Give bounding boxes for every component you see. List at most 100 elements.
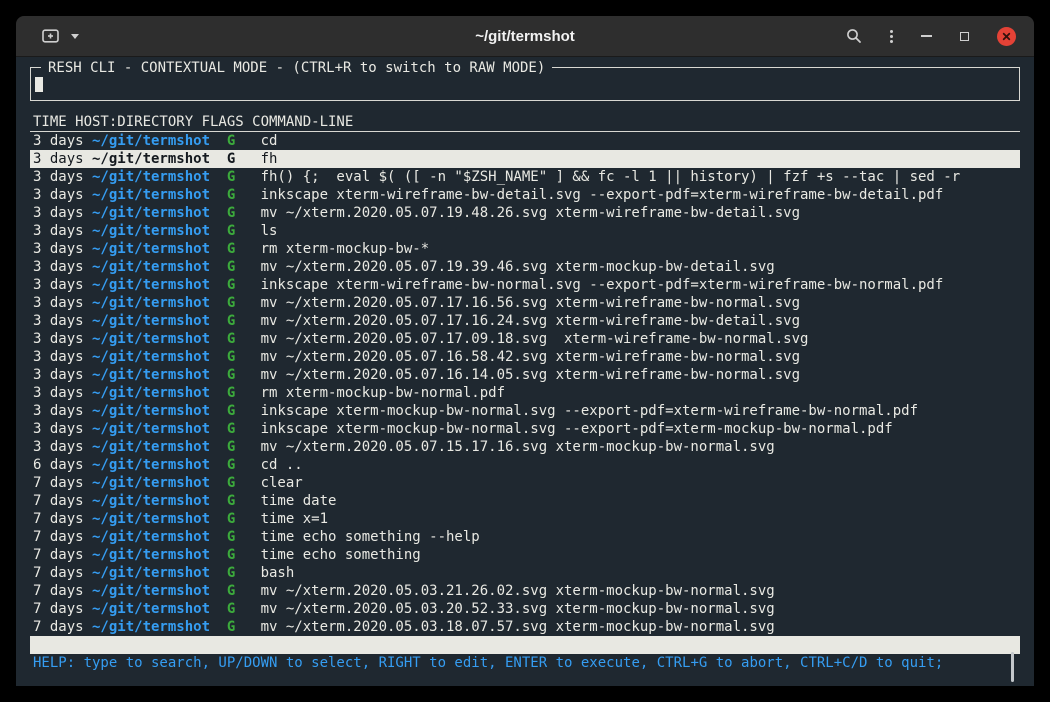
- history-flags: G: [227, 240, 261, 258]
- history-host-dir: ~/git/termshot: [92, 546, 227, 564]
- tab-menu-button[interactable]: [59, 34, 79, 39]
- history-row[interactable]: 3 days~/git/termshotGinkscape xterm-mock…: [30, 420, 1020, 438]
- history-row[interactable]: 7 days~/git/termshotGtime echo something: [30, 546, 1020, 564]
- window-titlebar[interactable]: ~/git/termshot: [16, 16, 1034, 57]
- history-row[interactable]: 3 days~/git/termshotGmv ~/xterm.2020.05.…: [30, 366, 1020, 384]
- history-command: mv ~/xterm.2020.05.07.19.48.26.svg xterm…: [261, 205, 800, 221]
- history-host-dir: ~/git/termshot: [92, 330, 227, 348]
- history-host-dir: ~/git/termshot: [92, 222, 227, 240]
- history-time: 7 days: [33, 492, 92, 510]
- minimize-button[interactable]: [921, 35, 932, 37]
- history-time: 7 days: [33, 618, 92, 636]
- history-row[interactable]: 3 days~/git/termshotGcd: [30, 132, 1020, 150]
- history-row[interactable]: 3 days~/git/termshotGrm xterm-mockup-bw-…: [30, 384, 1020, 402]
- history-row[interactable]: 3 days~/git/termshotGls: [30, 222, 1020, 240]
- history-row[interactable]: 3 days~/git/termshotGmv ~/xterm.2020.05.…: [30, 204, 1020, 222]
- history-time: 3 days: [33, 258, 92, 276]
- history-host-dir: ~/git/termshot: [92, 384, 227, 402]
- history-host-dir: ~/git/termshot: [92, 492, 227, 510]
- history-row[interactable]: 3 days~/git/termshotGmv ~/xterm.2020.05.…: [30, 312, 1020, 330]
- history-time: 3 days: [33, 276, 92, 294]
- history-flags: G: [227, 528, 261, 546]
- history-command: time x=1: [261, 511, 328, 527]
- close-button[interactable]: [997, 27, 1016, 46]
- history-time: 7 days: [33, 474, 92, 492]
- history-flags: G: [227, 366, 261, 384]
- history-row[interactable]: 6 days~/git/termshotGcd ..: [30, 456, 1020, 474]
- history-row[interactable]: 3 days~/git/termshotGmv ~/xterm.2020.05.…: [30, 438, 1020, 456]
- history-host-dir: ~/git/termshot: [92, 438, 227, 456]
- history-flags: G: [227, 384, 261, 402]
- history-time: 3 days: [33, 330, 92, 348]
- history-row[interactable]: 3 days~/git/termshotGinkscape xterm-wire…: [30, 276, 1020, 294]
- history-row[interactable]: 3 days~/git/termshotGinkscape xterm-wire…: [30, 186, 1020, 204]
- history-command: cd ..: [261, 457, 303, 473]
- history-list: 3 days~/git/termshotGcd3 days~/git/terms…: [30, 132, 1020, 636]
- history-flags: G: [227, 456, 261, 474]
- history-row[interactable]: 7 days~/git/termshotGtime x=1: [30, 510, 1020, 528]
- history-host-dir: ~/git/termshot: [92, 258, 227, 276]
- history-command: mv ~/xterm.2020.05.07.17.16.56.svg xterm…: [261, 295, 800, 311]
- close-icon: [1001, 31, 1012, 42]
- history-host-dir: ~/git/termshot: [92, 510, 227, 528]
- text-cursor: [35, 77, 43, 92]
- history-command: fh() {; eval $( ([ -n "$ZSH_NAME" ] && f…: [261, 169, 961, 185]
- history-row[interactable]: 7 days~/git/termshotGtime date: [30, 492, 1020, 510]
- history-row[interactable]: 7 days~/git/termshotGbash: [30, 564, 1020, 582]
- history-host-dir: ~/git/termshot: [92, 420, 227, 438]
- history-command: rm xterm-mockup-bw-normal.pdf: [261, 385, 505, 401]
- history-row[interactable]: 7 days~/git/termshotGmv ~/xterm.2020.05.…: [30, 600, 1020, 618]
- history-flags: G: [227, 204, 261, 222]
- history-time: 3 days: [33, 366, 92, 384]
- history-row[interactable]: 3 days~/git/termshotGfh() {; eval $( ([ …: [30, 168, 1020, 186]
- history-flags: G: [227, 546, 261, 564]
- history-time: 3 days: [33, 240, 92, 258]
- history-host-dir: ~/git/termshot: [92, 618, 227, 636]
- resh-mode-label: RESH CLI - CONTEXTUAL MODE - (CTRL+R to …: [41, 59, 552, 77]
- history-header: TIME HOST:DIRECTORY FLAGS COMMAND-LINE: [30, 113, 1020, 132]
- history-command: time echo something --help: [261, 529, 480, 545]
- history-flags: G: [227, 294, 261, 312]
- history-row[interactable]: 7 days~/git/termshotGmv ~/xterm.2020.05.…: [30, 582, 1020, 600]
- history-flags: G: [227, 402, 261, 420]
- history-time: 7 days: [33, 528, 92, 546]
- history-host-dir: ~/git/termshot: [92, 528, 227, 546]
- history-flags: G: [227, 168, 261, 186]
- history-host-dir: ~/git/termshot: [92, 348, 227, 366]
- history-host-dir: ~/git/termshot: [92, 168, 227, 186]
- history-row[interactable]: 3 days~/git/termshotGmv ~/xterm.2020.05.…: [30, 258, 1020, 276]
- history-row[interactable]: 3 days~/git/termshotGrm xterm-mockup-bw-…: [30, 240, 1020, 258]
- history-time: 3 days: [33, 312, 92, 330]
- new-tab-button[interactable]: [42, 29, 59, 43]
- history-flags: G: [227, 582, 261, 600]
- history-flags: G: [227, 330, 261, 348]
- terminal-content[interactable]: RESH CLI - CONTEXTUAL MODE - (CTRL+R to …: [16, 57, 1034, 686]
- history-command: mv ~/xterm.2020.05.07.16.14.05.svg xterm…: [261, 367, 800, 383]
- history-row[interactable]: 3 days~/git/termshotGinkscape xterm-mock…: [30, 402, 1020, 420]
- history-row[interactable]: 7 days~/git/termshotGclear: [30, 474, 1020, 492]
- history-row[interactable]: 3 days~/git/termshotGfh: [30, 150, 1020, 168]
- minimize-icon: [921, 35, 932, 37]
- history-time: 7 days: [33, 564, 92, 582]
- history-row[interactable]: 3 days~/git/termshotGmv ~/xterm.2020.05.…: [30, 330, 1020, 348]
- scrollbar-thumb[interactable]: [1011, 652, 1014, 682]
- history-flags: G: [227, 258, 261, 276]
- search-button[interactable]: [846, 28, 862, 44]
- history-row[interactable]: 3 days~/git/termshotGmv ~/xterm.2020.05.…: [30, 348, 1020, 366]
- history-flags: G: [227, 438, 261, 456]
- history-command: mv ~/xterm.2020.05.03.18.07.57.svg xterm…: [261, 619, 775, 635]
- history-flags: G: [227, 420, 261, 438]
- restore-button[interactable]: [960, 32, 969, 41]
- history-flags: G: [227, 510, 261, 528]
- menu-button[interactable]: [890, 30, 893, 43]
- history-row[interactable]: 3 days~/git/termshotGmv ~/xterm.2020.05.…: [30, 294, 1020, 312]
- new-tab-icon: [42, 29, 59, 43]
- history-host-dir: ~/git/termshot: [92, 600, 227, 618]
- history-command: time date: [261, 493, 337, 509]
- history-host-dir: ~/git/termshot: [92, 276, 227, 294]
- resh-search-box[interactable]: RESH CLI - CONTEXTUAL MODE - (CTRL+R to …: [30, 67, 1020, 101]
- terminal-window: ~/git/termshot: [16, 16, 1034, 686]
- history-row[interactable]: 7 days~/git/termshotGmv ~/xterm.2020.05.…: [30, 618, 1020, 636]
- history-command: inkscape xterm-wireframe-bw-normal.svg -…: [261, 277, 944, 293]
- history-row[interactable]: 7 days~/git/termshotGtime echo something…: [30, 528, 1020, 546]
